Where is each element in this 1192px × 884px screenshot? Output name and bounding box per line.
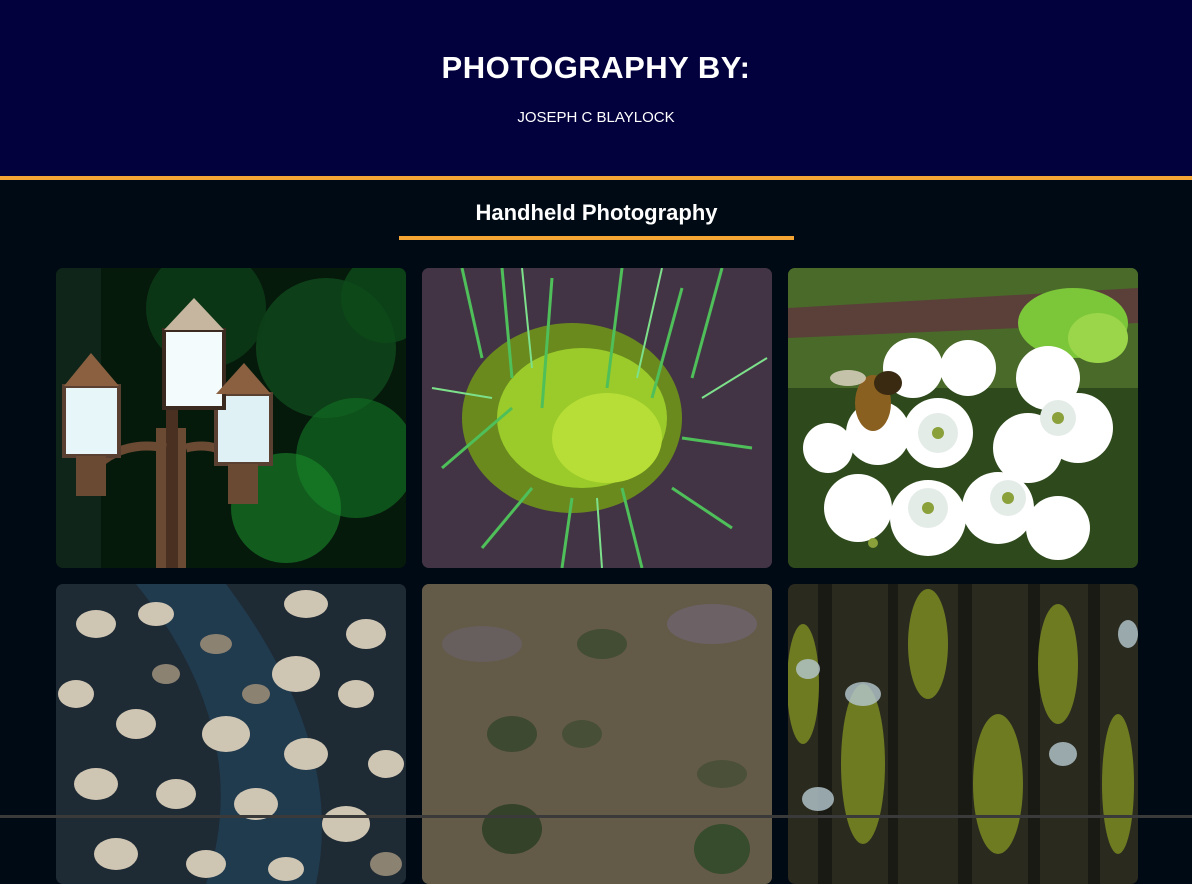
gallery-photo-creek-rocks[interactable] [56, 584, 406, 884]
site-header: PHOTOGRAPHY BY: JOSEPH C BLAYLOCK [0, 0, 1192, 180]
section-title: Handheld Photography [399, 200, 794, 226]
gallery-photo-bee-blossoms[interactable] [788, 268, 1138, 568]
gallery-photo-moss-grass[interactable] [422, 268, 772, 568]
page-title: PHOTOGRAPHY BY: [0, 50, 1192, 86]
gallery-photo-tree-bark[interactable] [788, 584, 1138, 884]
gallery-photo-street-lamps[interactable] [56, 268, 406, 568]
section-title-underline [399, 236, 794, 240]
gallery-photo-creek-bed[interactable] [422, 584, 772, 884]
photographer-name: JOSEPH C BLAYLOCK [0, 109, 1192, 126]
